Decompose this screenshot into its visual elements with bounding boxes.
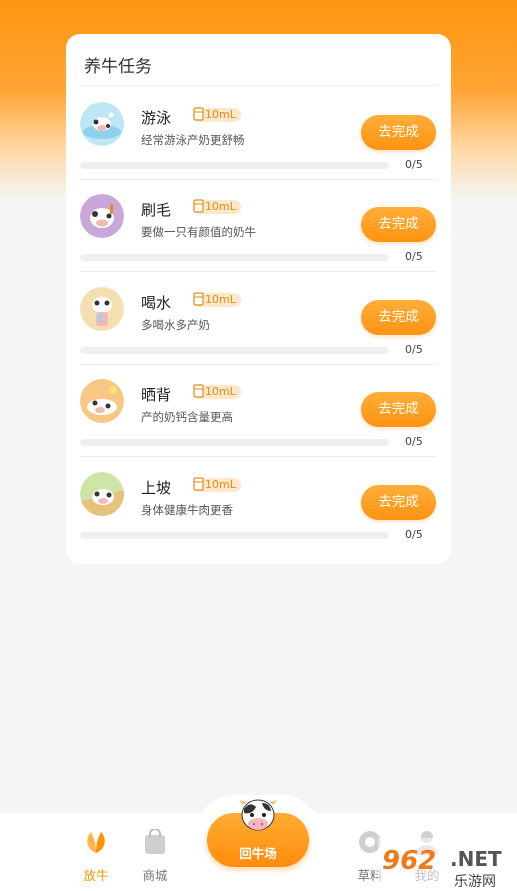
divider — [80, 456, 437, 457]
svg-text:.NET: .NET — [450, 847, 502, 871]
milk-cup-icon — [193, 107, 204, 121]
progress-text: 0/5 — [405, 250, 423, 263]
progress-text: 0/5 — [405, 343, 423, 356]
card-title: 养牛任务 — [84, 57, 152, 77]
complete-task-button[interactable]: 去完成 — [361, 300, 436, 335]
complete-task-button[interactable]: 去完成 — [361, 115, 436, 150]
shopping-bag-icon — [145, 828, 165, 854]
center-button-label: 回牛场 — [239, 846, 277, 861]
reward-badge: 10mL — [193, 292, 241, 307]
progress-bar — [80, 162, 389, 169]
milk-cup-icon — [193, 477, 204, 491]
task-description: 多喝水多产奶 — [141, 318, 210, 332]
task-name: 晒背 — [141, 386, 172, 404]
progress-text: 0/5 — [405, 528, 423, 541]
reward-amount: 10mL — [205, 385, 236, 398]
milk-cup-icon — [193, 199, 204, 213]
task-description: 产的奶钙含量更高 — [141, 410, 233, 424]
divider — [80, 85, 437, 86]
divider — [80, 271, 437, 272]
cow-avatar-icon — [80, 102, 124, 146]
reward-badge: 10mL — [193, 199, 241, 214]
reward-badge: 10mL — [193, 384, 241, 399]
cow-icon — [239, 799, 277, 831]
progress-bar — [80, 254, 389, 261]
leaf-icon — [87, 832, 105, 853]
task-description: 要做一只有颜值的奶牛 — [141, 225, 256, 239]
progress-bar — [80, 439, 389, 446]
reward-amount: 10mL — [205, 478, 236, 491]
watermark-logo: 962 .NET 乐游网 — [378, 838, 517, 891]
task-name: 喝水 — [141, 294, 172, 312]
cow-avatar-icon — [80, 194, 124, 238]
reward-amount: 10mL — [205, 108, 236, 121]
tab-mall[interactable]: 商城 — [135, 828, 175, 884]
progress-text: 0/5 — [405, 158, 423, 171]
reward-amount: 10mL — [205, 293, 236, 306]
task-item-swim: 游泳 10mL 经常游泳产奶更舒畅 去完成 0/5 — [80, 88, 437, 180]
progress-bar — [80, 532, 389, 539]
tab-grazing[interactable]: 放牛 — [76, 829, 116, 884]
task-name: 上坡 — [141, 479, 172, 497]
task-item-brush: 刷毛 10mL 要做一只有颜值的奶牛 去完成 0/5 — [80, 180, 437, 272]
task-item-climb: 上坡 10mL 身体健康牛肉更香 去完成 0/5 — [80, 458, 437, 550]
tab-label: 商城 — [142, 868, 168, 883]
task-description: 经常游泳产奶更舒畅 — [141, 133, 245, 147]
task-name: 游泳 — [141, 109, 172, 127]
task-name: 刷毛 — [141, 201, 172, 219]
complete-task-button[interactable]: 去完成 — [361, 485, 436, 520]
reward-badge: 10mL — [193, 107, 241, 122]
progress-text: 0/5 — [405, 435, 423, 448]
complete-task-button[interactable]: 去完成 — [361, 207, 436, 242]
task-item-sunbathe: 晒背 10mL 产的奶钙含量更高 去完成 0/5 — [80, 365, 437, 457]
cow-avatar-icon — [80, 379, 124, 423]
cow-avatar-icon — [80, 287, 124, 331]
milk-cup-icon — [193, 292, 204, 306]
progress-bar — [80, 347, 389, 354]
task-card: 养牛任务 游泳 10mL 经常游泳产奶更舒畅 去完成 0/5 刷毛 10mL 要… — [66, 34, 451, 564]
svg-text:乐游网: 乐游网 — [454, 874, 496, 890]
svg-text:962: 962 — [382, 846, 436, 876]
milk-cup-icon — [193, 384, 204, 398]
complete-task-button[interactable]: 去完成 — [361, 392, 436, 427]
task-description: 身体健康牛肉更香 — [141, 503, 233, 517]
task-item-drink: 喝水 10mL 多喝水多产奶 去完成 0/5 — [80, 273, 437, 365]
cow-avatar-icon — [80, 472, 124, 516]
reward-badge: 10mL — [193, 477, 241, 492]
reward-amount: 10mL — [205, 200, 236, 213]
tab-label: 放牛 — [83, 868, 109, 883]
